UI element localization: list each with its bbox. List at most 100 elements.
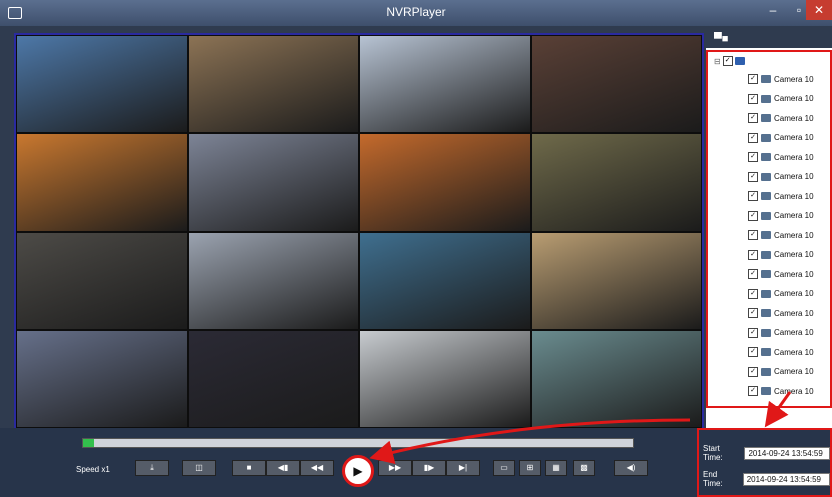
camera-tree-item[interactable]: ✓ Camera 10 — [748, 152, 814, 162]
snapshot-button[interactable]: ◫ — [182, 460, 216, 476]
title-bar: NVRPlayer ‒ ▫ ✕ — [0, 0, 832, 26]
camera-label: Camera 10 — [774, 347, 814, 357]
camera-checkbox[interactable]: ✓ — [748, 74, 758, 84]
camera-label: Camera 10 — [774, 367, 814, 376]
root-checkbox[interactable]: ✓ — [722, 56, 733, 66]
layout-4-button[interactable]: ⊞ — [519, 460, 541, 476]
camera-icon — [761, 289, 771, 298]
layout-16-button[interactable]: ▩ — [573, 460, 595, 476]
expand-icon[interactable]: ⊟ — [714, 57, 721, 66]
camera-checkbox[interactable]: ✓ — [748, 93, 758, 104]
step-forward-button[interactable]: ▮▶ — [412, 460, 446, 476]
pin-icon[interactable]: ▀■ — [714, 33, 730, 45]
video-feed-ferris-wheel-sunset[interactable] — [17, 134, 187, 231]
video-feed-marina[interactable] — [360, 232, 530, 329]
camera-icon — [761, 348, 771, 356]
camera-checkbox[interactable]: ✓ — [748, 347, 758, 357]
camera-tree-item[interactable]: ✓ Camera 10 — [748, 347, 814, 357]
camera-checkbox[interactable]: ✓ — [748, 230, 758, 240]
start-time-label: Start Time: — [703, 444, 723, 462]
camera-tree-item[interactable]: ✓ Camera 10 — [748, 366, 814, 377]
tree-root[interactable]: ⊟ ✓ — [714, 56, 745, 66]
download-button[interactable]: ⤓ — [135, 460, 169, 476]
video-feed-glass-dome[interactable] — [531, 330, 701, 427]
video-feed-office-meeting[interactable] — [360, 330, 530, 427]
camera-label: Camera 10 — [774, 230, 814, 240]
layout-1-button[interactable]: ▭ — [493, 460, 515, 476]
camera-tree-item[interactable]: ✓ Camera 10 — [748, 171, 814, 182]
camera-icon — [761, 75, 771, 83]
video-feed-mall-crowd[interactable] — [17, 330, 187, 427]
camera-tree-item[interactable]: ✓ Camera 10 — [748, 93, 814, 104]
camera-icon — [761, 114, 771, 122]
speed-label: Speed x1 — [76, 465, 110, 474]
camera-tree-item[interactable]: ✓ Camera 10 — [748, 308, 814, 318]
camera-tree-item[interactable]: ✓ Camera 10 — [748, 249, 814, 260]
camera-checkbox[interactable]: ✓ — [748, 327, 758, 338]
window-title: NVRPlayer — [386, 5, 446, 19]
video-feed-bus-terminal[interactable] — [188, 232, 358, 329]
close-button[interactable]: ✕ — [806, 0, 832, 20]
video-feed-subway-car[interactable] — [531, 134, 701, 231]
rewind-button[interactable]: ◀◀ — [300, 460, 334, 476]
camera-label: Camera 10 — [774, 289, 814, 298]
camera-icon — [761, 250, 771, 259]
video-feed-eiffel-tower[interactable] — [17, 36, 187, 133]
camera-checkbox[interactable]: ✓ — [748, 288, 758, 299]
playback-progress[interactable] — [82, 438, 634, 448]
camera-tree-item[interactable]: ✓ Camera 10 — [748, 327, 814, 338]
camera-tree-item[interactable]: ✓ Camera 10 — [748, 230, 814, 240]
camera-checkbox[interactable]: ✓ — [748, 249, 758, 260]
camera-label: Camera 10 — [774, 250, 814, 259]
camera-icon — [761, 211, 771, 220]
video-feed-city-night[interactable] — [188, 330, 358, 427]
volume-button[interactable]: ◀) — [614, 460, 648, 476]
video-feed-train-station[interactable] — [188, 134, 358, 231]
camera-tree-item[interactable]: ✓ Camera 10 — [748, 132, 814, 143]
stop-button[interactable]: ■ — [232, 460, 266, 476]
end-time-field[interactable]: 2014-09-24 13:54:59 — [742, 472, 830, 486]
camera-tree-item[interactable]: ✓ Camera 10 — [748, 191, 814, 201]
camera-label: Camera 10 — [774, 172, 814, 181]
camera-label: Camera 10 — [774, 133, 814, 142]
progress-fill — [83, 439, 94, 447]
camera-tree-item[interactable]: ✓ Camera 10 — [748, 386, 814, 396]
camera-tree-item[interactable]: ✓ Camera 10 — [748, 210, 814, 221]
camera-label: Camera 10 — [774, 386, 814, 396]
camera-label: Camera 10 — [774, 308, 814, 318]
camera-checkbox[interactable]: ✓ — [748, 386, 758, 396]
video-feed-street-market[interactable] — [531, 36, 701, 133]
camera-checkbox[interactable]: ✓ — [748, 171, 758, 182]
video-feed-crosswalk[interactable] — [17, 232, 187, 329]
camera-checkbox[interactable]: ✓ — [748, 210, 758, 221]
layout-9-button[interactable]: ▦ — [545, 460, 567, 476]
camera-icon — [761, 133, 771, 142]
camera-checkbox[interactable]: ✓ — [748, 269, 758, 279]
camera-checkbox[interactable]: ✓ — [748, 366, 758, 377]
video-feed-grocery-store[interactable] — [531, 232, 701, 329]
camera-label: Camera 10 — [774, 269, 814, 279]
camera-checkbox[interactable]: ✓ — [748, 152, 758, 162]
camera-panel: ▀■ ⊟ ✓ ✓ Camera 10 ✓ Camera 10 ✓ Camera 10 ✓ Ca… — [706, 30, 832, 428]
start-time-field[interactable]: 2014-09-24 13:54:59 — [744, 446, 830, 460]
camera-checkbox[interactable]: ✓ — [748, 308, 758, 318]
camera-tree-item[interactable]: ✓ Camera 10 — [748, 288, 814, 299]
step-back-button[interactable]: ◀▮ — [266, 460, 300, 476]
video-feed-plaza-crowd[interactable] — [188, 36, 358, 133]
camera-icon — [761, 328, 771, 337]
video-feed-bullet-train[interactable] — [360, 36, 530, 133]
camera-checkbox[interactable]: ✓ — [748, 191, 758, 201]
camera-tree-item[interactable]: ✓ Camera 10 — [748, 74, 814, 84]
video-feed-red-bus[interactable] — [360, 134, 530, 231]
camera-tree-item[interactable]: ✓ Camera 10 — [748, 113, 814, 123]
camera-tree-item[interactable]: ✓ Camera 10 — [748, 269, 814, 279]
camera-icon — [761, 94, 771, 103]
camera-checkbox[interactable]: ✓ — [748, 132, 758, 143]
fast-forward-button[interactable]: ▶▶ — [378, 460, 412, 476]
camera-label: Camera 10 — [774, 113, 814, 123]
play-button[interactable]: ▶ — [342, 455, 374, 487]
camera-checkbox[interactable]: ✓ — [748, 113, 758, 123]
next-button[interactable]: ▶| — [446, 460, 480, 476]
camera-label: Camera 10 — [774, 94, 814, 103]
minimize-button[interactable]: ‒ — [760, 0, 786, 20]
